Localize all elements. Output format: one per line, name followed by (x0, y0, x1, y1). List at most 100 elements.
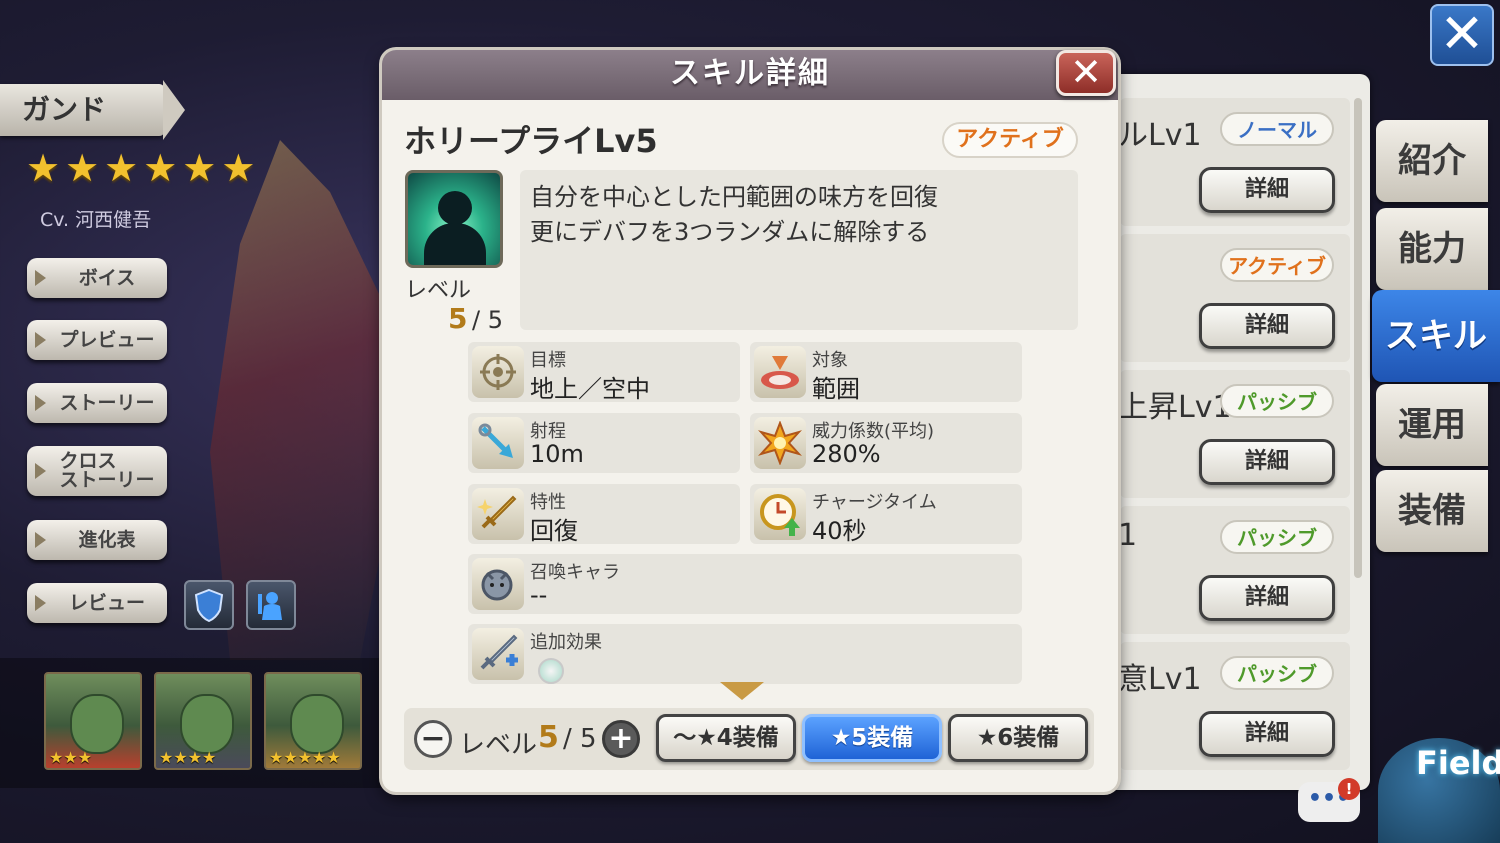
skill-type-badge: アクティブ (1220, 248, 1334, 282)
equip-5star-button[interactable]: ★5装備 (802, 714, 942, 762)
stat-scope: 対象 範囲 (750, 342, 1022, 403)
screen-close-button[interactable]: ✕ (1430, 4, 1494, 66)
portrait-stars: ★★★★ (159, 748, 217, 767)
play-arrow-icon (35, 532, 46, 548)
play-arrow-icon (35, 395, 46, 411)
name-plate-arrow (163, 80, 185, 140)
skill-name-title: ホリープライLv5 (404, 122, 658, 160)
silhouette-body (424, 223, 486, 265)
level-max: / 5 (472, 306, 503, 334)
bottom-level-current: 5 (538, 720, 559, 755)
stat-label: 追加効果 (530, 632, 602, 653)
portrait-face (180, 694, 234, 754)
skill-list-scrollbar[interactable] (1354, 98, 1362, 578)
stat-power: 威力係数(平均) 280% (750, 413, 1022, 473)
stat-additional-effect: 追加効果 (468, 624, 1022, 684)
level-decrease-button[interactable]: − (414, 720, 452, 758)
review-button-label: レビュー (68, 591, 145, 614)
skill-type-badge: アクティブ (942, 122, 1078, 158)
voice-button-label: ボイス (78, 266, 136, 289)
stat-value: 280% (812, 440, 881, 468)
bottom-level-max: / 5 (563, 724, 597, 754)
tab-usage[interactable]: 運用 (1376, 384, 1488, 466)
stat-value: 範囲 (812, 375, 860, 403)
buff-effect-icon[interactable] (538, 658, 564, 684)
level-label: レベル (405, 278, 472, 303)
skill-description: 自分を中心とした円範囲の味方を回復 更にデバフを3つランダムに解除する (520, 170, 1078, 330)
preview-button-label: プレビュー (59, 328, 155, 351)
description-line: 更にデバフを3つランダムに解除する (530, 218, 930, 246)
field-label: Field (1416, 744, 1500, 782)
skill-detail-button[interactable]: 詳細 (1199, 167, 1335, 213)
voice-button[interactable]: ボイス (27, 258, 167, 298)
evolution-chart-button-label: 進化表 (78, 528, 136, 551)
sword-sparkle-icon (472, 488, 524, 540)
character-name: ガンド (0, 84, 165, 136)
skill-type-badge: パッシブ (1220, 520, 1334, 554)
preview-button[interactable]: プレビュー (27, 320, 167, 360)
stat-target: 目標 地上／空中 (468, 342, 740, 403)
sword-plus-icon (472, 628, 524, 680)
tab-introduction[interactable]: 紹介 (1376, 120, 1488, 202)
story-button[interactable]: ストーリー (27, 383, 167, 423)
skill-detail-button[interactable]: 詳細 (1199, 711, 1335, 757)
cross-story-button[interactable]: クロス ストーリー (27, 446, 167, 496)
skill-type-badge: ノーマル (1220, 112, 1334, 146)
person-class-icon (258, 592, 282, 620)
dialog-close-button[interactable]: ✕ (1056, 50, 1116, 96)
portrait-face (70, 694, 124, 754)
stat-value: 10m (530, 440, 584, 468)
cross-story-button-label: クロス ストーリー (59, 450, 155, 491)
bottom-level-label: レベル (459, 730, 538, 760)
stat-value: 回復 (530, 517, 578, 545)
equip-4star-button[interactable]: 〜★4装備 (656, 714, 796, 762)
tab-ability[interactable]: 能力 (1376, 208, 1488, 290)
play-arrow-icon (35, 332, 46, 348)
shield-icon (194, 588, 224, 622)
play-arrow-icon (35, 463, 46, 479)
stat-value: 地上／空中 (530, 375, 650, 403)
evolution-chart-button[interactable]: 進化表 (27, 520, 167, 560)
voice-actor: Cv. 河西健吾 (40, 209, 152, 231)
skill-detail-button[interactable]: 詳細 (1199, 439, 1335, 485)
stat-summon: 召喚キャラ -- (468, 554, 1022, 614)
dialog-title: スキル詳細 (382, 50, 1118, 100)
tab-equipment[interactable]: 装備 (1376, 470, 1488, 552)
burst-icon (754, 417, 806, 469)
shield-icon-button[interactable] (184, 580, 234, 630)
review-button[interactable]: レビュー (27, 583, 167, 623)
portrait-3star[interactable]: ★★★ (44, 672, 142, 770)
clock-up-icon (754, 488, 806, 540)
description-line: 自分を中心とした円範囲の味方を回復 (530, 183, 938, 211)
portrait-5star[interactable]: ★★★★★ (264, 672, 362, 770)
range-arrow-icon (472, 417, 524, 469)
healing-skill-icon (405, 170, 503, 268)
stat-range: 射程 10m (468, 413, 740, 473)
equip-6star-button[interactable]: ★6装備 (948, 714, 1088, 762)
play-arrow-icon (35, 270, 46, 286)
silhouette-head (438, 191, 472, 225)
stat-value: -- (530, 581, 548, 609)
class-icon-button[interactable] (246, 580, 296, 630)
area-target-icon (754, 346, 806, 398)
tab-skill[interactable]: スキル (1372, 290, 1500, 382)
portrait-4star[interactable]: ★★★★ (154, 672, 252, 770)
skill-type-badge: パッシブ (1220, 384, 1334, 418)
level-increase-button[interactable]: + (602, 720, 640, 758)
skill-name: 1 (1118, 518, 1138, 553)
story-button-label: ストーリー (59, 391, 155, 414)
skill-name: 意Lv1 (1118, 662, 1202, 697)
skill-detail-button[interactable]: 詳細 (1199, 575, 1335, 621)
portrait-face (290, 694, 344, 754)
stat-value: 40秒 (812, 517, 867, 545)
portrait-stars: ★★★★★ (269, 748, 341, 767)
stat-trait: 特性 回復 (468, 484, 740, 545)
portrait-stars: ★★★ (49, 748, 93, 767)
skill-detail-button[interactable]: 詳細 (1199, 303, 1335, 349)
summon-creature-icon (472, 558, 524, 610)
scroll-down-chevron-icon[interactable] (720, 682, 764, 700)
play-arrow-icon (35, 595, 46, 611)
skill-type-badge: パッシブ (1220, 656, 1334, 690)
rarity-stars: ★★★★★★ (26, 146, 261, 190)
crosshair-icon (472, 346, 524, 398)
